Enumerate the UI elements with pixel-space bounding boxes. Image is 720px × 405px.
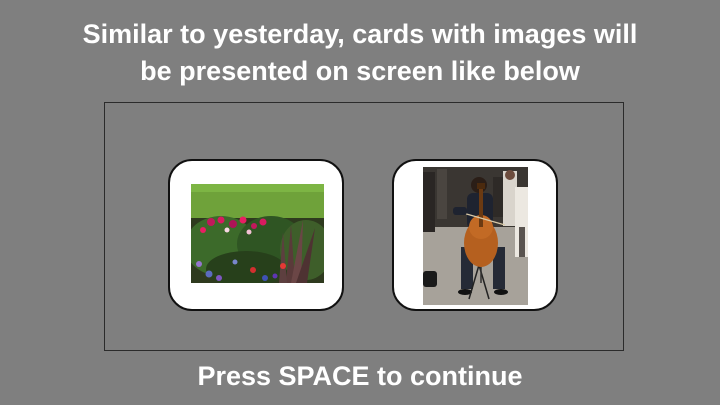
instruction-title: Similar to yesterday, cards with images … (0, 16, 720, 90)
card-left (168, 159, 344, 311)
instruction-screen: Similar to yesterday, cards with images … (0, 0, 720, 405)
cellist-playing-image (423, 167, 528, 305)
instruction-title-line2: be presented on screen like below (140, 56, 580, 86)
instruction-title-line1: Similar to yesterday, cards with images … (82, 19, 638, 49)
card-right (392, 159, 558, 311)
flower-garden-image (191, 184, 324, 283)
continue-prompt: Press SPACE to continue (197, 361, 523, 391)
